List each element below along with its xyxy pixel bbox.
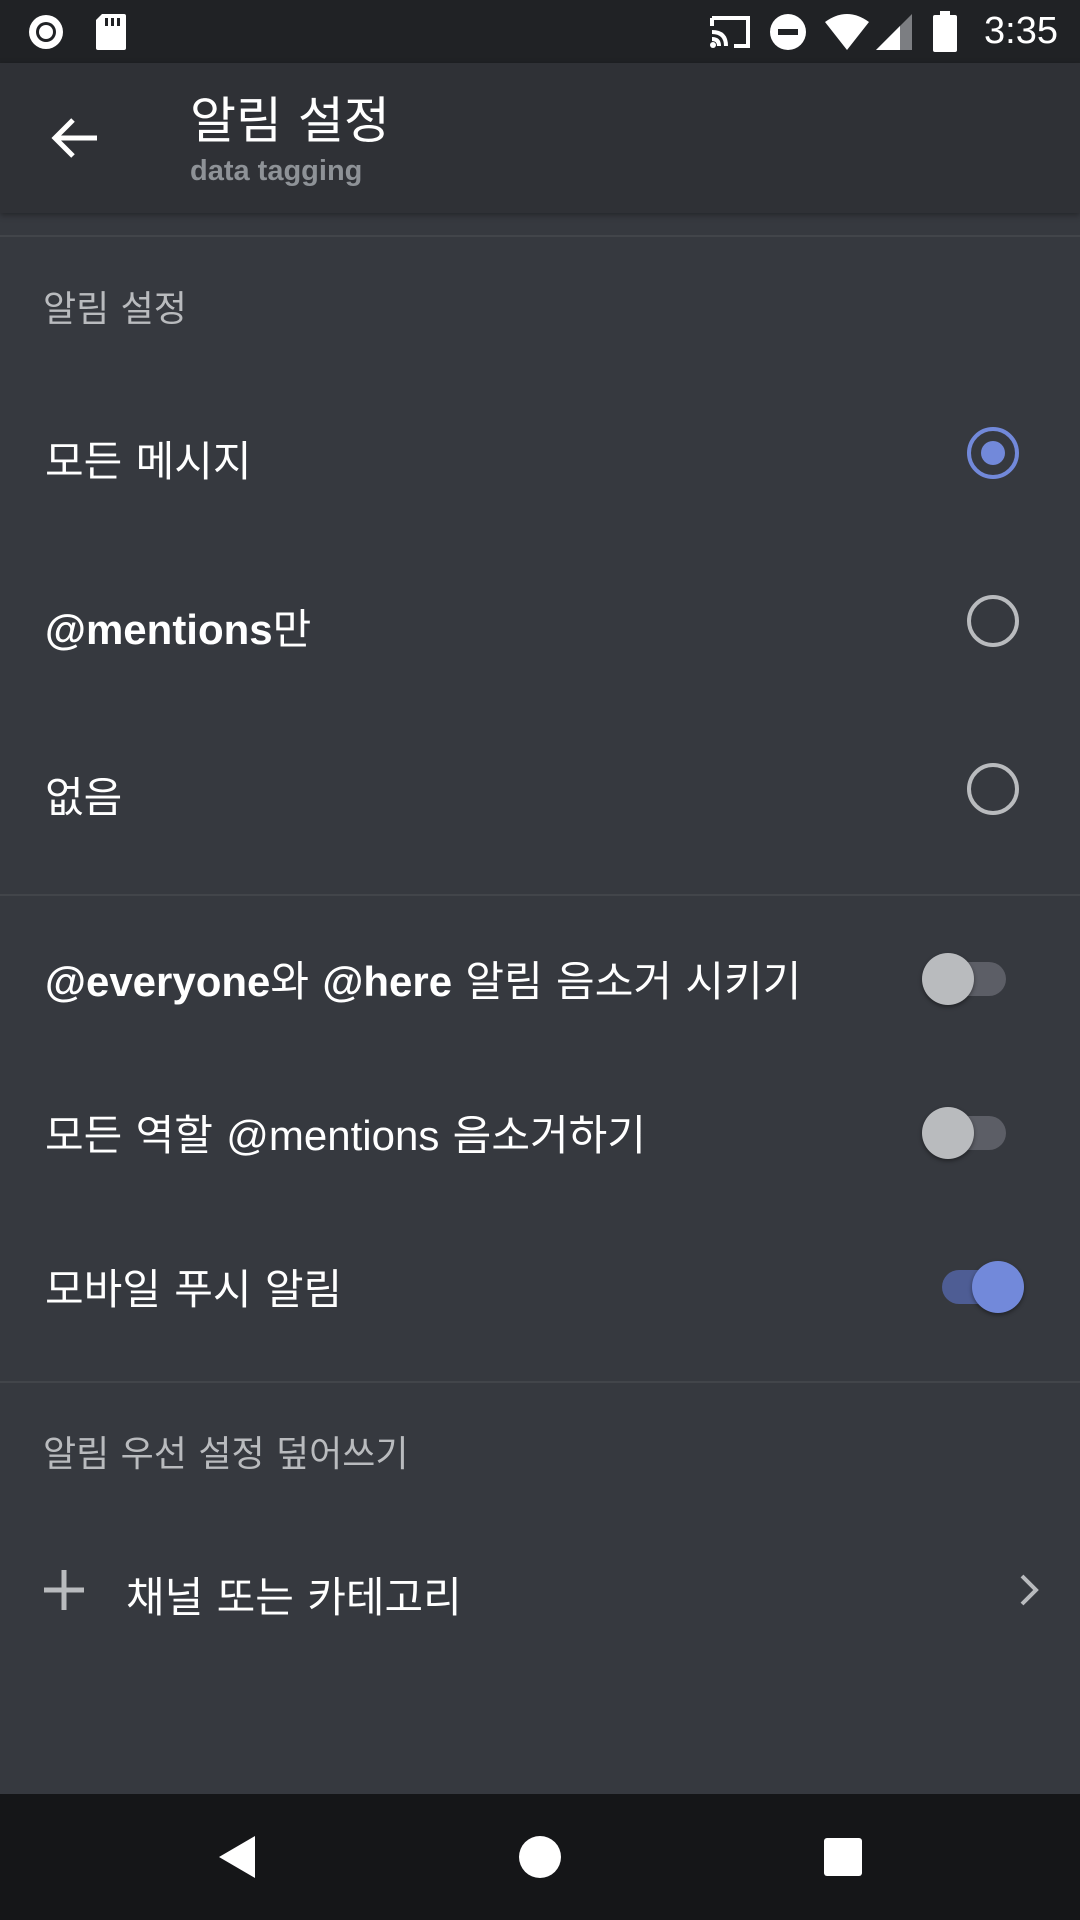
chevron-right-icon <box>1020 1574 1039 1606</box>
section-header-notification-settings: 알림 설정 <box>43 289 187 330</box>
do-not-disturb-icon <box>768 0 808 63</box>
clock: 3:35 <box>984 10 1058 52</box>
record-icon <box>26 0 66 63</box>
option-none[interactable]: 없음 <box>0 736 1080 844</box>
add-channel-label: 채널 또는 카테고리 <box>126 1573 462 1622</box>
arrow-left-icon <box>51 118 97 158</box>
divider <box>0 894 1080 896</box>
toggle-row-mobile-push[interactable]: 모바일 푸시 알림 <box>0 1228 1080 1336</box>
navigation-bar <box>0 1794 1080 1920</box>
toggle-row-suppress-roles[interactable]: 모든 역할 @mentions 음소거하기 <box>0 1074 1080 1182</box>
toggle-row-suppress-everyone[interactable]: @everyone와 @here 알림 음소거 시키기 <box>0 920 1080 1028</box>
divider <box>0 235 1080 237</box>
sd-card-icon <box>94 0 128 63</box>
radio-mentions-only[interactable] <box>967 595 1019 647</box>
add-channel-or-category-row[interactable]: 채널 또는 카테고리 <box>0 1540 1080 1640</box>
page-subtitle: data tagging <box>190 155 363 187</box>
switch-thumb <box>972 1261 1024 1313</box>
radio-all-messages[interactable] <box>967 427 1019 479</box>
status-bar: 3:35 <box>0 0 1080 63</box>
plus-icon <box>44 1570 84 1610</box>
switch-thumb <box>922 1107 974 1159</box>
option-mentions-only[interactable]: @mentions만 <box>0 568 1080 676</box>
back-button[interactable] <box>40 103 110 173</box>
toggle-label: 모든 역할 @mentions 음소거하기 <box>45 1111 646 1160</box>
app-bar: 알림 설정 data tagging <box>0 63 1080 213</box>
nav-back-button[interactable] <box>204 1824 270 1890</box>
mobile-push-switch[interactable] <box>920 1252 1024 1313</box>
circle-home-icon <box>519 1836 561 1878</box>
toggle-label: @everyone와 @here 알림 음소거 시키기 <box>45 957 802 1006</box>
page-title: 알림 설정 <box>190 92 390 150</box>
option-label: 없음 <box>45 773 123 822</box>
section-header-overrides: 알림 우선 설정 덮어쓰기 <box>43 1434 409 1475</box>
option-label: 모든 메시지 <box>45 437 252 486</box>
signal-icon <box>874 0 914 63</box>
option-label: @mentions만 <box>45 605 312 654</box>
triangle-back-icon <box>219 1836 255 1878</box>
nav-recents-button[interactable] <box>810 1824 876 1890</box>
suppress-roles-switch[interactable] <box>920 1098 1010 1159</box>
option-all-messages[interactable]: 모든 메시지 <box>0 400 1080 508</box>
radio-none[interactable] <box>967 763 1019 815</box>
switch-thumb <box>922 953 974 1005</box>
screen: 3:35 알림 설정 data tagging 알림 설정 모든 메시지 @me… <box>0 0 1080 1920</box>
suppress-everyone-switch[interactable] <box>920 944 1010 1005</box>
square-recents-icon <box>824 1838 862 1876</box>
divider <box>0 1381 1080 1383</box>
cast-icon <box>708 0 752 63</box>
wifi-icon <box>824 0 870 63</box>
battery-icon <box>932 0 958 63</box>
nav-home-button[interactable] <box>507 1824 573 1890</box>
toggle-label: 모바일 푸시 알림 <box>45 1265 343 1314</box>
